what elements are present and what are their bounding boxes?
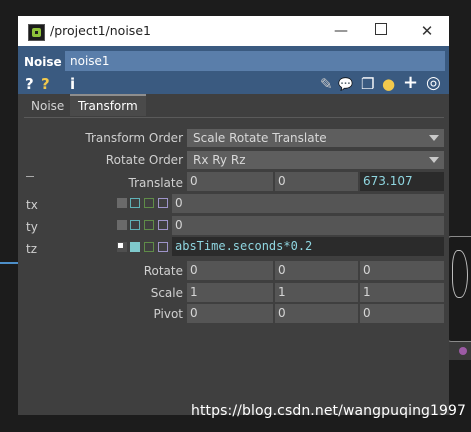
app-icon: [28, 24, 45, 41]
bind-mode-icon[interactable]: [158, 198, 168, 208]
close-button[interactable]: ✕: [410, 20, 444, 42]
maximize-button[interactable]: [364, 20, 398, 42]
transform-order-label: Transform Order: [85, 131, 183, 145]
expression-mode-icon[interactable]: [130, 198, 140, 208]
tz-expression-field[interactable]: absTime.seconds*0.2: [172, 237, 444, 256]
python-icon[interactable]: ●: [382, 75, 395, 93]
transform-order-value: Scale Rotate Translate: [193, 131, 327, 145]
node-preview-icon: [452, 250, 468, 298]
clone-icon[interactable]: ❐: [361, 75, 374, 93]
constant-mode-icon[interactable]: [117, 220, 127, 230]
rotate-order-dropdown[interactable]: Rx Ry Rz: [187, 151, 444, 169]
rotate-order-value: Rx Ry Rz: [193, 153, 246, 167]
tab-transform[interactable]: Transform: [70, 94, 146, 116]
chevron-down-icon: [429, 157, 439, 163]
tz-label: tz: [26, 242, 38, 256]
rotate-y-field[interactable]: 0: [275, 261, 358, 280]
scale-x-field[interactable]: 1: [187, 283, 273, 302]
python-help-icon[interactable]: ?: [41, 75, 50, 93]
window-title: /project1/noise1: [50, 23, 151, 38]
help-icon[interactable]: ?: [25, 75, 34, 93]
scale-z-field[interactable]: 1: [360, 283, 444, 302]
rotate-x-field[interactable]: 0: [187, 261, 273, 280]
parameter-window: /project1/noise1 — ✕ Noise noise1 ? ? i …: [18, 16, 449, 415]
maximize-icon: [375, 23, 387, 35]
comment-icon[interactable]: 💬: [338, 77, 353, 91]
bind-mode-icon[interactable]: [158, 220, 168, 230]
add-icon[interactable]: +: [403, 72, 418, 93]
tx-label: tx: [26, 198, 38, 212]
export-mode-icon[interactable]: [144, 220, 154, 230]
translate-z-field[interactable]: 673.107: [360, 172, 444, 191]
tab-divider: [24, 117, 444, 118]
scale-label: Scale: [150, 286, 183, 300]
translate-y-field[interactable]: 0: [275, 172, 358, 191]
bind-mode-icon[interactable]: [158, 242, 168, 252]
pivot-label: Pivot: [153, 307, 183, 321]
expression-mode-icon[interactable]: [130, 242, 140, 252]
node-flag-icon[interactable]: [459, 347, 467, 355]
translate-label: Translate: [128, 176, 184, 190]
title-bar[interactable]: /project1/noise1 — ✕: [18, 16, 449, 46]
pivot-x-field[interactable]: 0: [187, 304, 273, 323]
operator-type: Noise: [24, 55, 62, 69]
rotate-label: Rotate: [143, 264, 183, 278]
rotate-z-field[interactable]: 0: [360, 261, 444, 280]
scale-y-field[interactable]: 1: [275, 283, 358, 302]
ty-field[interactable]: 0: [172, 216, 444, 235]
page-tabs: Noise Transform: [18, 94, 449, 116]
translate-x-field[interactable]: 0: [187, 172, 273, 191]
tab-noise[interactable]: Noise: [31, 96, 64, 116]
info-icon[interactable]: i: [70, 75, 75, 93]
pivot-y-field[interactable]: 0: [275, 304, 358, 323]
target-icon[interactable]: ◎: [426, 73, 441, 93]
pivot-z-field[interactable]: 0: [360, 304, 444, 323]
tx-field[interactable]: 0: [172, 194, 444, 213]
rotate-order-label: Rotate Order: [105, 153, 183, 167]
expression-mode-icon[interactable]: [130, 220, 140, 230]
operator-name-field[interactable]: noise1: [65, 51, 445, 71]
constant-mode-icon[interactable]: [117, 242, 127, 252]
ty-label: ty: [26, 220, 38, 234]
export-mode-icon[interactable]: [144, 242, 154, 252]
chevron-down-icon: [429, 135, 439, 141]
operator-header: Noise noise1 ? ? i ✎ 💬 ❐ ● + ◎: [18, 46, 449, 94]
transform-order-dropdown[interactable]: Scale Rotate Translate: [187, 129, 444, 147]
watermark: https://blog.csdn.net/wangpuqing1997: [191, 403, 467, 419]
export-mode-icon[interactable]: [144, 198, 154, 208]
constant-mode-icon[interactable]: [117, 198, 127, 208]
minimize-button[interactable]: —: [324, 20, 358, 42]
edit-icon[interactable]: ✎: [320, 75, 333, 93]
